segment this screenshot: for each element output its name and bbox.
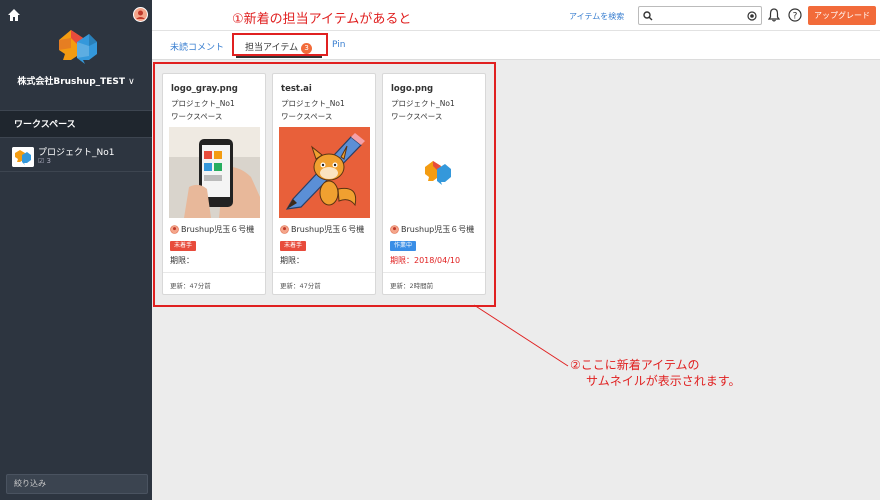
search-icon bbox=[643, 11, 653, 21]
annotation-content-highlight bbox=[153, 62, 496, 307]
company-selector[interactable]: 株式会社Brushup_TEST ∨ bbox=[0, 74, 152, 87]
annotation-line-2: サムネイルが表示されます。 bbox=[586, 374, 741, 388]
upgrade-button[interactable]: アップグレード bbox=[808, 6, 876, 25]
project-item-count: ☑ 3 bbox=[38, 157, 51, 165]
annotation-thumbnail-note: ②ここに新着アイテムの サムネイルが表示されます。 bbox=[570, 357, 741, 389]
clear-search-icon[interactable] bbox=[747, 11, 757, 21]
brushup-logo-icon bbox=[59, 30, 97, 64]
checklist-icon: ☑ bbox=[38, 157, 45, 165]
workspace-header: ワークスペース bbox=[0, 110, 152, 138]
company-name: 株式会社Brushup_TEST bbox=[17, 77, 126, 87]
project-count-value: 3 bbox=[46, 157, 51, 165]
tab-unread-comments[interactable]: 未読コメント bbox=[170, 40, 224, 53]
bell-icon[interactable] bbox=[768, 8, 780, 22]
annotation-tab-highlight bbox=[232, 33, 328, 56]
home-icon[interactable] bbox=[7, 8, 21, 22]
search-input[interactable] bbox=[638, 6, 762, 25]
item-search-link[interactable]: アイテムを検索 bbox=[569, 11, 624, 22]
sidebar-item-project[interactable]: プロジェクト_No1 ☑ 3 bbox=[0, 139, 152, 172]
svg-text:?: ? bbox=[793, 12, 798, 22]
sidebar: 株式会社Brushup_TEST ∨ ワークスペース プロジェクト_No1 ☑ 3… bbox=[0, 0, 152, 500]
user-avatar-icon[interactable] bbox=[133, 7, 148, 22]
chevron-down-icon: ∨ bbox=[128, 77, 135, 87]
active-tab-indicator bbox=[236, 56, 322, 58]
help-icon[interactable]: ? bbox=[788, 8, 802, 22]
filter-input[interactable]: 絞り込み bbox=[6, 474, 148, 494]
annotation-line-1: ②ここに新着アイテムの bbox=[570, 358, 700, 372]
tab-pin[interactable]: Pin bbox=[332, 40, 345, 50]
project-thumbnail-icon bbox=[12, 147, 34, 167]
annotation-new-items: ①新着の担当アイテムがあると bbox=[232, 12, 412, 27]
